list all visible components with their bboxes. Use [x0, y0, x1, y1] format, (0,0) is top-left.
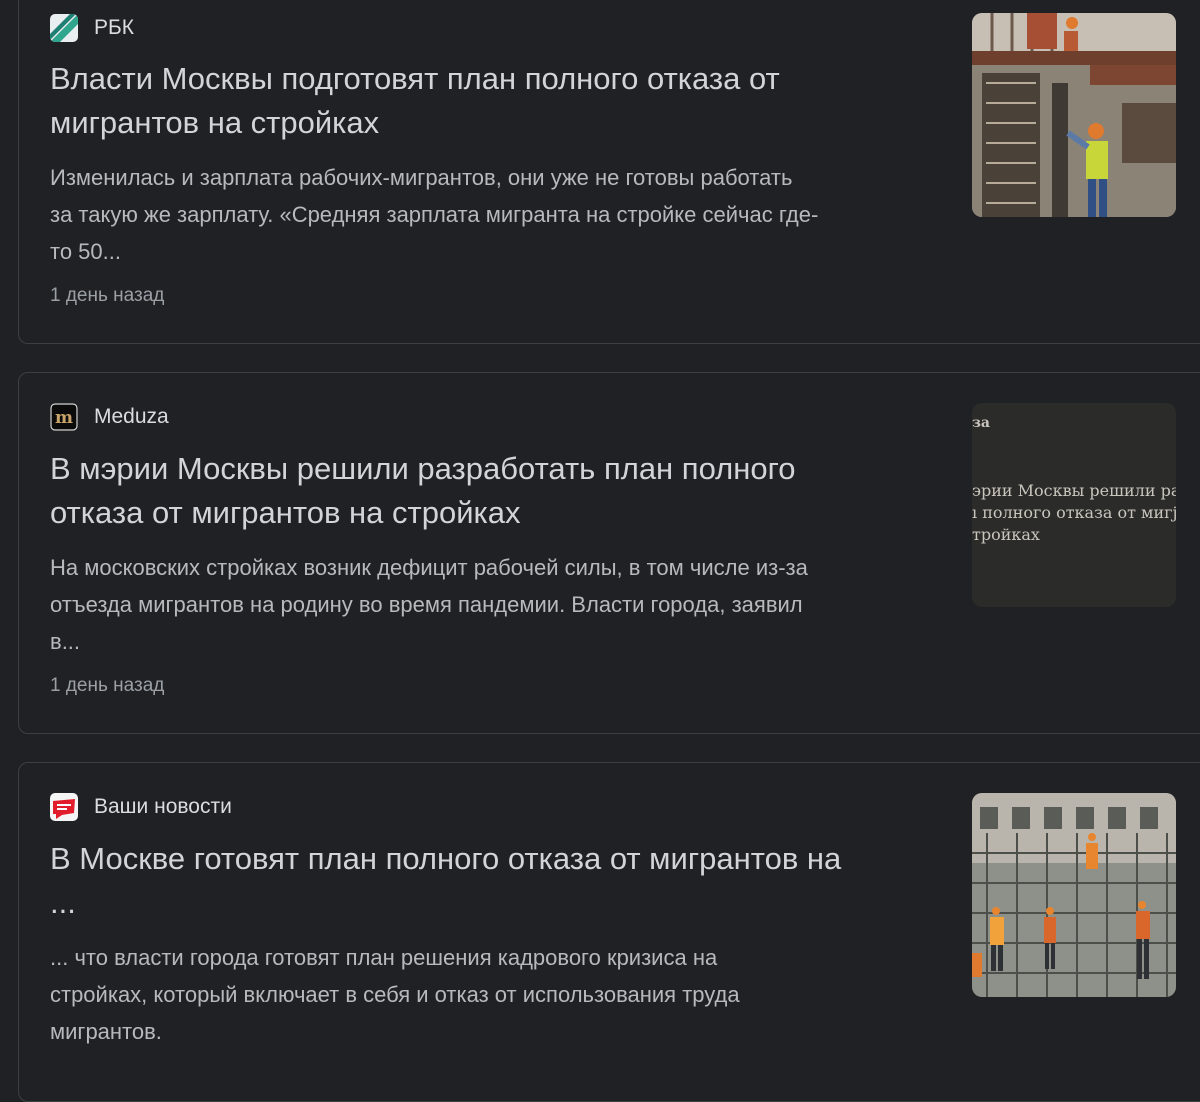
- news-card[interactable]: m Meduza В мэрии Москвы решили разработа…: [18, 372, 1200, 734]
- thumbnail-headline-text: эрии Москвы решили ра: [972, 481, 1176, 500]
- headline-link[interactable]: В Москве готовят план полного отказа от …: [50, 837, 950, 925]
- vashi-novosti-logo-icon: [50, 793, 78, 821]
- source-name: Ваши новости: [94, 795, 232, 818]
- article-snippet: На московских стройках возник дефицит ра…: [50, 555, 808, 654]
- thumbnail-headline-text: тройках: [972, 525, 1040, 544]
- svg-text:m: m: [55, 408, 73, 428]
- published-time: 1 день назад: [50, 675, 165, 696]
- article-thumbnail[interactable]: [972, 13, 1176, 217]
- rbc-logo-icon: [50, 14, 78, 42]
- news-source[interactable]: m Meduza: [50, 402, 169, 432]
- news-card[interactable]: Ваши новости В Москве готовят план полно…: [18, 762, 1200, 1102]
- news-source[interactable]: Ваши новости: [50, 792, 232, 822]
- source-name: РБК: [94, 16, 135, 39]
- thumbnail-brand-text: зa: [972, 415, 991, 431]
- news-source[interactable]: РБК: [50, 13, 134, 43]
- news-card[interactable]: РБК Власти Москвы подготовят план полног…: [18, 0, 1200, 344]
- article-snippet: Изменилась и зарплата рабочих-мигрантов,…: [50, 165, 819, 264]
- article-snippet: ... что власти города готовят план решен…: [50, 945, 740, 1044]
- thumbnail-headline-text: ı полного отказа от мигј: [972, 503, 1176, 522]
- source-name: Meduza: [94, 405, 169, 428]
- headline-link[interactable]: Власти Москвы подготовят план полного от…: [50, 57, 950, 145]
- meduza-logo-icon: m: [50, 403, 78, 431]
- article-thumbnail[interactable]: [972, 793, 1176, 997]
- headline-link[interactable]: В мэрии Москвы решили разработать план п…: [50, 447, 950, 535]
- article-thumbnail[interactable]: зa эрии Москвы решили ра ı полного отказ…: [972, 403, 1176, 607]
- published-time: 1 день назад: [50, 285, 165, 306]
